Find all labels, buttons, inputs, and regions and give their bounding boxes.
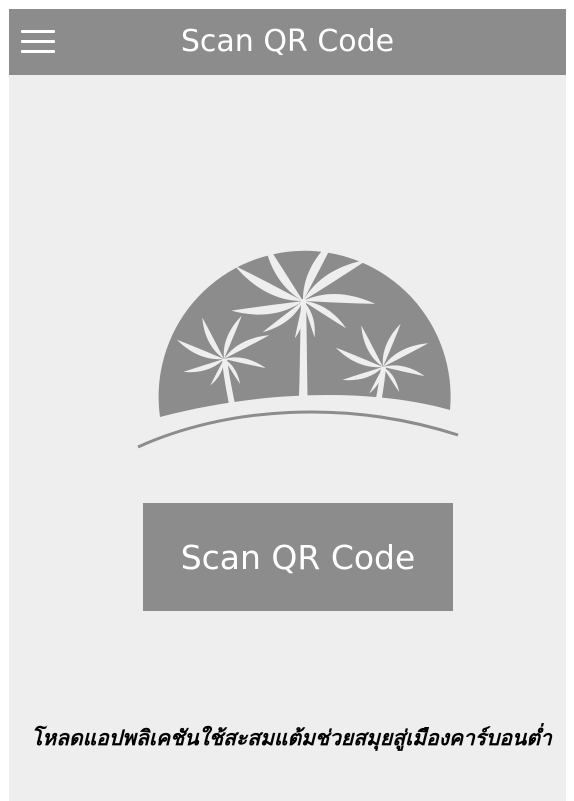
palm-tree-logo: [137, 233, 459, 449]
app-bar: Scan QR Code: [9, 9, 566, 75]
page-title: Scan QR Code: [180, 24, 395, 59]
ground-wave: [137, 410, 459, 449]
app-screen: Scan QR Code Scan QR Code โหลดแอปพลิเคชั…: [9, 9, 566, 801]
scan-qr-code-button[interactable]: Scan QR Code: [143, 503, 453, 611]
footer-message: โหลดแอปพลิเคชันใช้สะสมแต้มช่วยสมุยสู่เมื…: [31, 726, 552, 750]
